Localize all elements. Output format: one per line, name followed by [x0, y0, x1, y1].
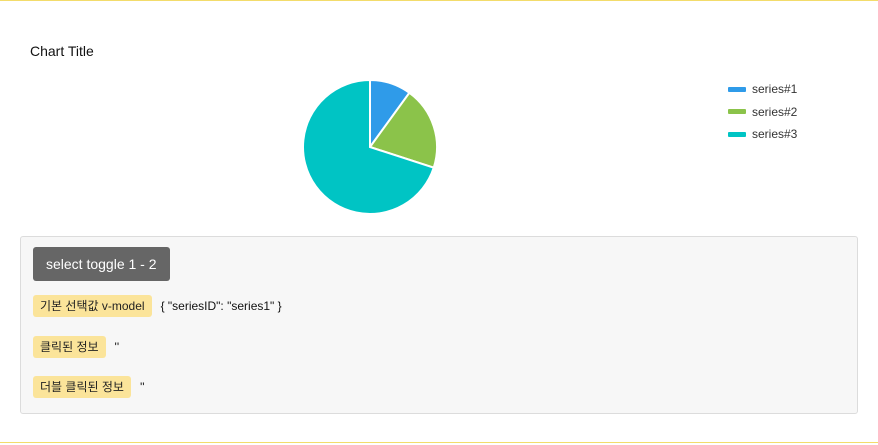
chart-title: Chart Title [30, 43, 94, 59]
clicked-info-value: '' [114, 340, 120, 354]
default-selection-value: { "seriesID": "series1" } [160, 299, 282, 313]
info-panel: select toggle 1 - 2 기본 선택값 v-model { "se… [20, 236, 858, 414]
clicked-info-label: 클릭된 정보 [33, 336, 106, 358]
double-clicked-info-label: 더블 클릭된 정보 [33, 376, 131, 398]
legend-label: series#3 [752, 127, 798, 142]
legend-swatch [728, 86, 746, 92]
legend-label: series#2 [752, 104, 798, 119]
legend-item-series2[interactable]: series#2 [728, 101, 797, 124]
row-clicked-info: 클릭된 정보 '' [33, 336, 119, 358]
legend-item-series1[interactable]: series#1 [728, 78, 797, 101]
pie-chart [302, 78, 438, 215]
bottom-divider [0, 442, 878, 443]
legend-swatch [728, 131, 746, 137]
legend-swatch [728, 109, 746, 115]
row-default-selection: 기본 선택값 v-model { "seriesID": "series1" } [33, 295, 282, 317]
default-selection-label: 기본 선택값 v-model [33, 295, 152, 317]
legend-item-series3[interactable]: series#3 [728, 123, 797, 146]
double-clicked-info-value: '' [139, 380, 145, 394]
row-double-clicked-info: 더블 클릭된 정보 '' [33, 376, 145, 398]
chart-container: Chart Title series#1 series#2 series#3 [0, 1, 878, 231]
legend-label: series#1 [752, 82, 798, 97]
chart-legend: series#1 series#2 series#3 [728, 78, 797, 146]
select-toggle-button[interactable]: select toggle 1 - 2 [33, 247, 170, 281]
